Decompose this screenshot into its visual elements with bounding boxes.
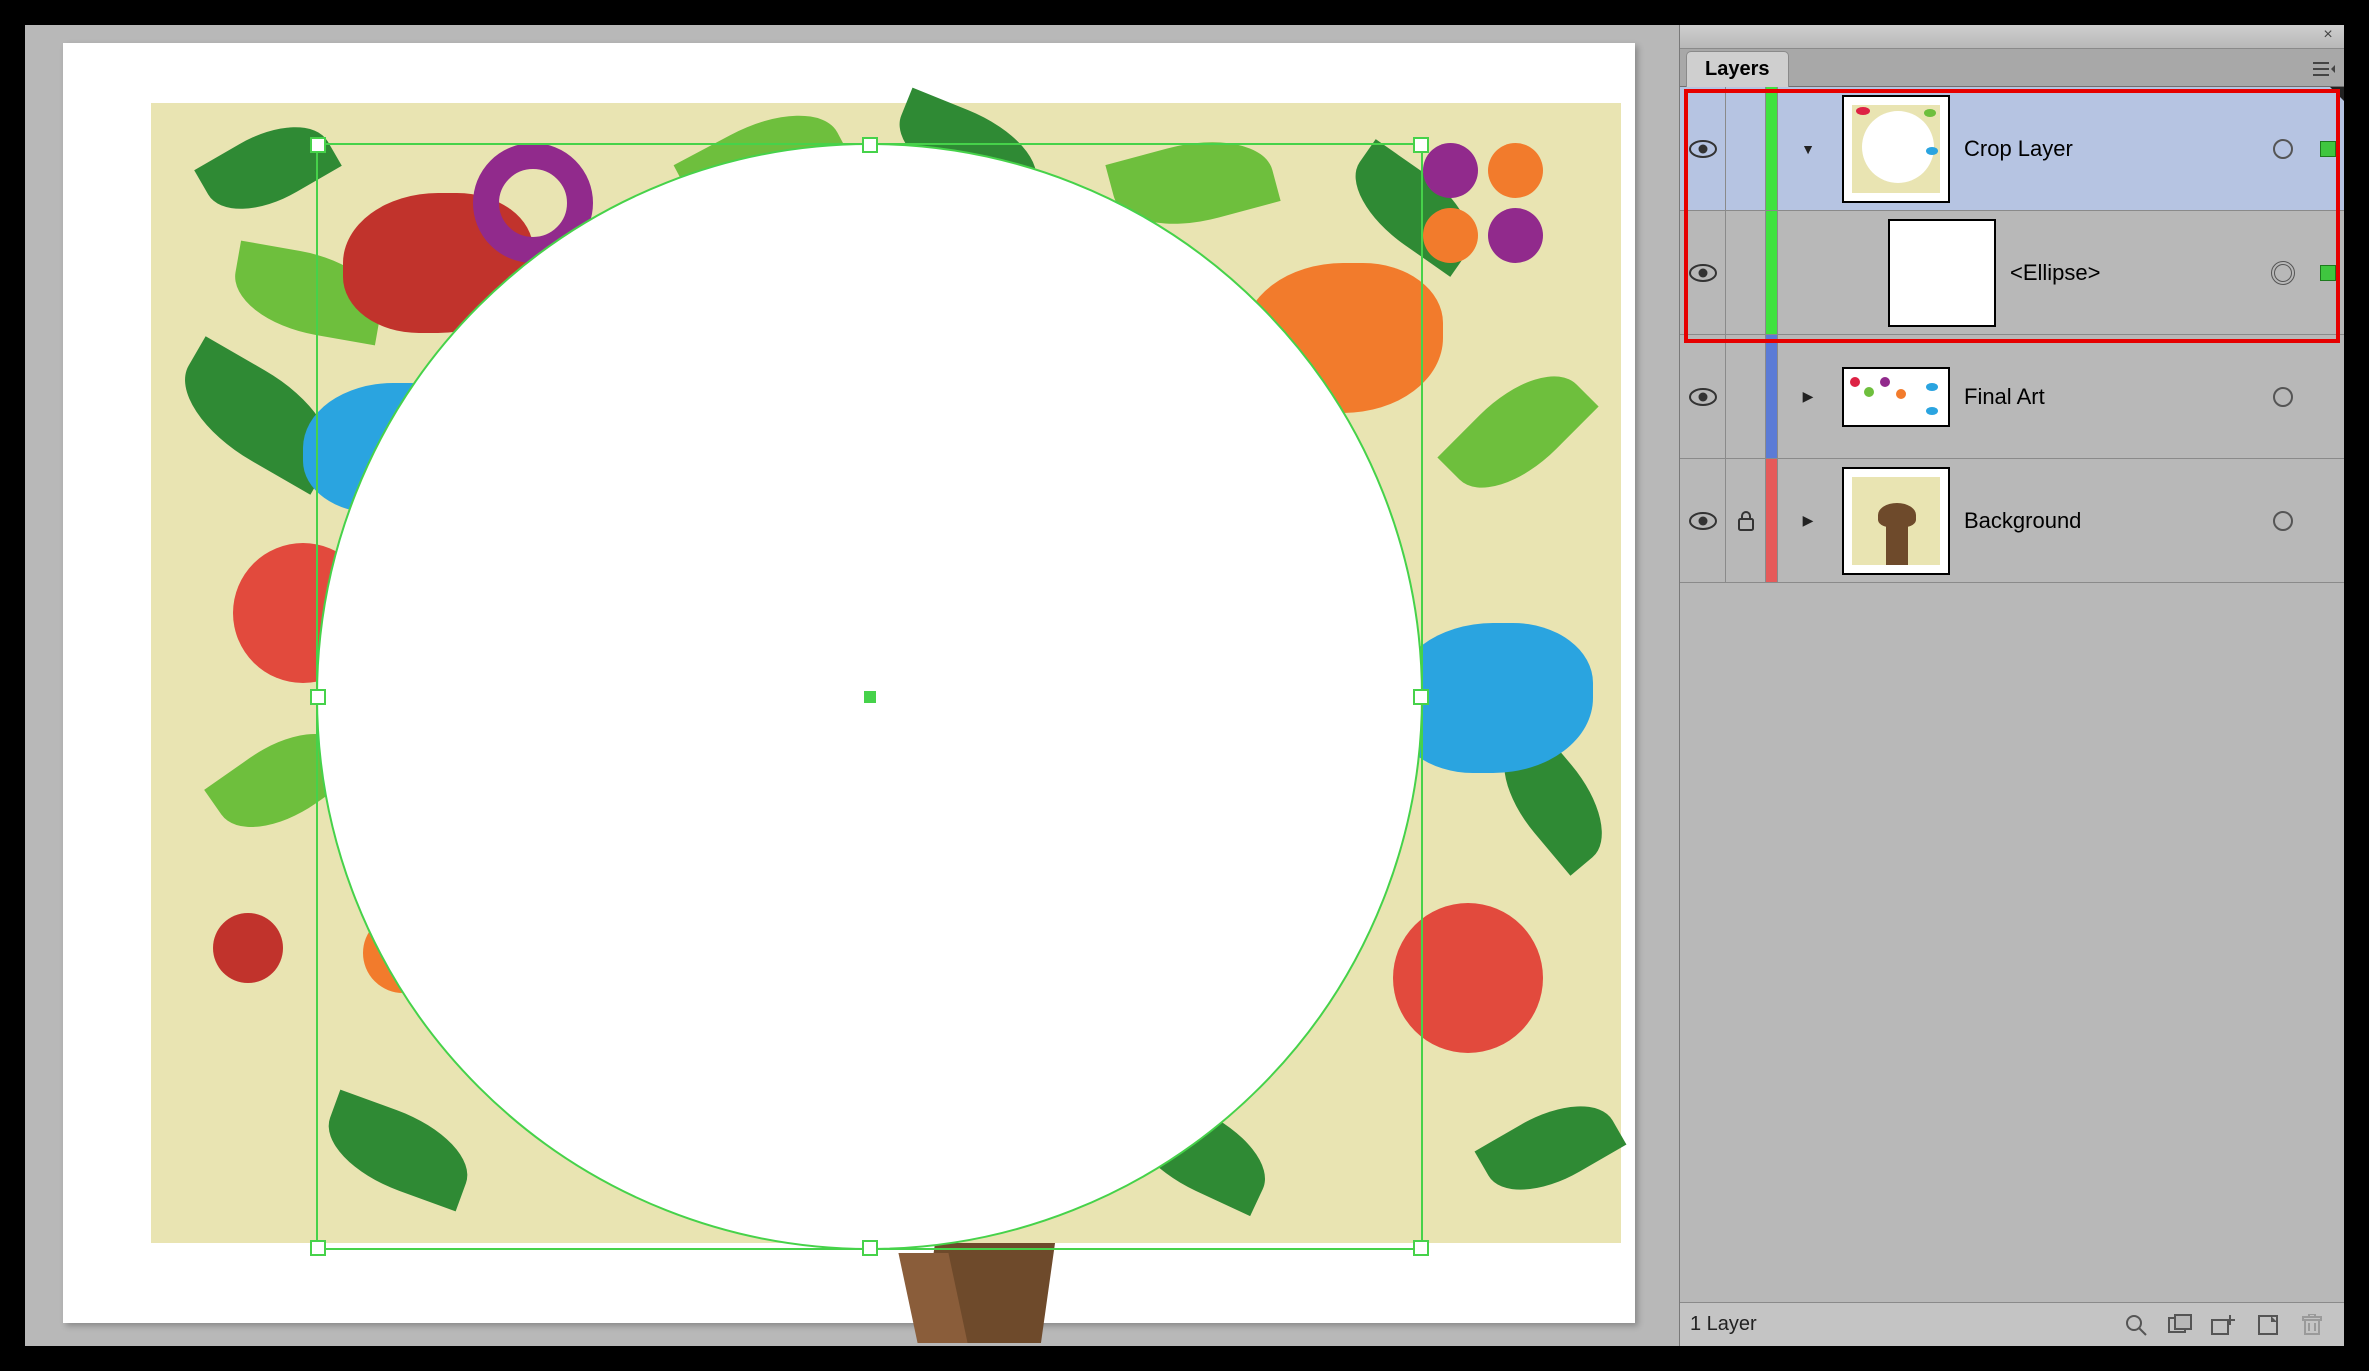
layer-thumbnail[interactable] — [1842, 367, 1950, 427]
current-layer-indicator — [2328, 87, 2344, 103]
footer-status: 1 Layer — [1690, 1313, 1757, 1336]
target-toggle[interactable] — [2254, 211, 2312, 334]
visibility-toggle[interactable] — [1680, 87, 1726, 210]
layer-thumbnail[interactable] — [1842, 95, 1950, 203]
lock-toggle[interactable] — [1726, 211, 1766, 334]
layer-list: Crop Layer <Ellipse> — [1680, 87, 2344, 1302]
visibility-toggle[interactable] — [1680, 211, 1726, 334]
panel-footer: 1 Layer — [1680, 1302, 2344, 1346]
visibility-toggle[interactable] — [1680, 335, 1726, 458]
trash-icon[interactable] — [2294, 1310, 2330, 1340]
target-toggle[interactable] — [2254, 87, 2312, 210]
new-layer-icon[interactable] — [2250, 1310, 2286, 1340]
panel-menu-icon[interactable] — [2310, 55, 2338, 83]
canvas-area[interactable] — [25, 25, 1679, 1346]
layer-color-strip — [1766, 459, 1778, 582]
new-sublayer-icon[interactable] — [2206, 1310, 2242, 1340]
lock-toggle[interactable] — [1726, 459, 1766, 582]
layers-panel: × Layers — [1679, 25, 2344, 1346]
layer-row-ellipse[interactable]: <Ellipse> — [1680, 211, 2344, 335]
layer-row-final-art[interactable]: Final Art — [1680, 335, 2344, 459]
layer-thumbnail[interactable] — [1888, 219, 1996, 327]
layer-color-strip — [1766, 211, 1778, 334]
disclosure-toggle[interactable] — [1778, 87, 1838, 210]
layer-name[interactable]: Background — [1964, 508, 2254, 534]
layer-color-strip — [1766, 335, 1778, 458]
selection-indicator[interactable] — [2312, 87, 2344, 210]
butterfly-shape — [1423, 143, 1543, 263]
panel-grip-bar[interactable]: × — [1680, 25, 2344, 49]
disclosure-toggle[interactable] — [1778, 335, 1838, 458]
lock-toggle[interactable] — [1726, 87, 1766, 210]
target-toggle[interactable] — [2254, 335, 2312, 458]
lock-toggle[interactable] — [1726, 335, 1766, 458]
bird-shape — [1393, 623, 1593, 773]
close-icon[interactable]: × — [2320, 28, 2336, 44]
app-workspace: × Layers — [25, 25, 2344, 1346]
tab-layers[interactable]: Layers — [1686, 51, 1789, 87]
layer-thumbnail[interactable] — [1842, 467, 1950, 575]
selection-indicator[interactable] — [2312, 459, 2344, 582]
apple-shape — [1393, 903, 1543, 1053]
disclosure-toggle[interactable] — [1778, 459, 1838, 582]
crop-ellipse[interactable] — [316, 143, 1423, 1250]
panel-tab-bar: Layers — [1680, 49, 2344, 87]
layer-name[interactable]: Crop Layer — [1964, 136, 2254, 162]
artboard[interactable] — [63, 43, 1635, 1323]
layer-row-crop-layer[interactable]: Crop Layer — [1680, 87, 2344, 211]
layer-name[interactable]: Final Art — [1964, 384, 2254, 410]
apple-shape — [213, 913, 283, 983]
disclosure-toggle[interactable] — [1778, 211, 1838, 334]
target-toggle[interactable] — [2254, 459, 2312, 582]
make-clipping-mask-icon[interactable] — [2162, 1310, 2198, 1340]
visibility-toggle[interactable] — [1680, 459, 1726, 582]
locate-object-icon[interactable] — [2118, 1310, 2154, 1340]
layer-name[interactable]: <Ellipse> — [2010, 260, 2254, 286]
selection-indicator[interactable] — [2312, 211, 2344, 334]
layer-row-background[interactable]: Background — [1680, 459, 2344, 583]
selection-indicator[interactable] — [2312, 335, 2344, 458]
layer-color-strip — [1766, 87, 1778, 210]
